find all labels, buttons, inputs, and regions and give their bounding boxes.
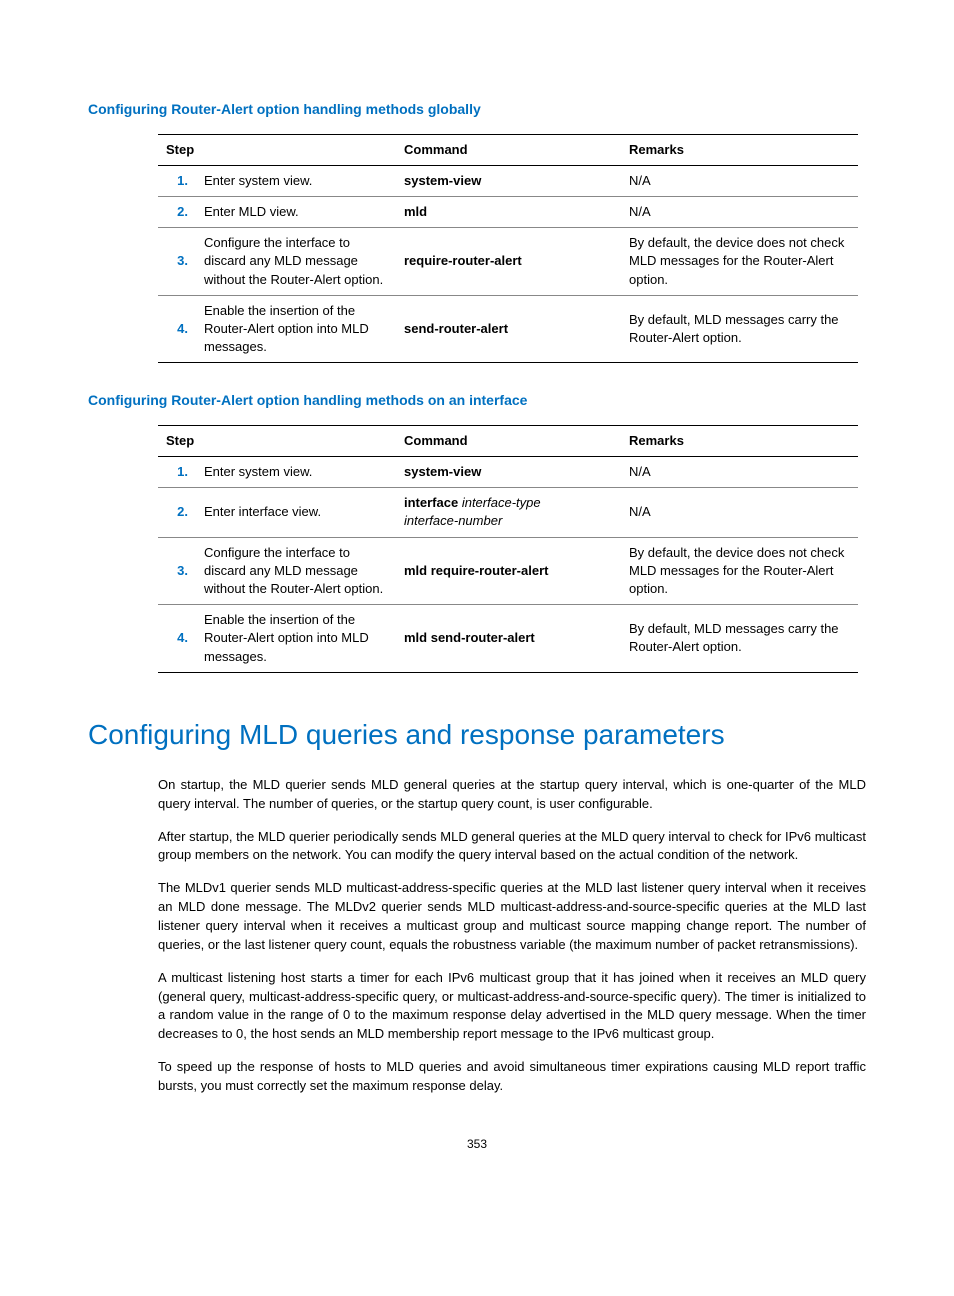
step-command: system-view [396,165,621,196]
body-paragraph: To speed up the response of hosts to MLD… [158,1058,866,1096]
table-header-row: Step Command Remarks [158,425,858,456]
step-number: 1. [158,165,196,196]
th-command: Command [396,134,621,165]
page-number: 353 [88,1136,866,1153]
step-number: 4. [158,295,196,363]
step-remarks: By default, the device does not check ML… [621,537,858,605]
step-command: send-router-alert [396,295,621,363]
table-row: 2. Enter interface view. interface inter… [158,488,858,537]
body-paragraph: On startup, the MLD querier sends MLD ge… [158,776,866,814]
step-number: 4. [158,605,196,673]
table-header-row: Step Command Remarks [158,134,858,165]
main-heading: Configuring MLD queries and response par… [88,715,866,754]
step-desc: Enter MLD view. [196,196,396,227]
step-number: 2. [158,488,196,537]
table-row: 4. Enable the insertion of the Router-Al… [158,295,858,363]
table-interface: Step Command Remarks 1. Enter system vie… [158,425,858,673]
step-command: mld require-router-alert [396,537,621,605]
th-command: Command [396,425,621,456]
table-row: 3. Configure the interface to discard an… [158,537,858,605]
body-paragraph: After startup, the MLD querier periodica… [158,828,866,866]
th-remarks: Remarks [621,134,858,165]
step-number: 1. [158,457,196,488]
table-row: 4. Enable the insertion of the Router-Al… [158,605,858,673]
step-remarks: N/A [621,196,858,227]
step-number: 3. [158,228,196,296]
step-command: interface interface-typeinterface-number [396,488,621,537]
step-remarks: By default, MLD messages carry the Route… [621,605,858,673]
step-desc: Configure the interface to discard any M… [196,537,396,605]
step-command: system-view [396,457,621,488]
table-row: 1. Enter system view. system-view N/A [158,457,858,488]
th-remarks: Remarks [621,425,858,456]
section-heading-interface: Configuring Router-Alert option handling… [88,391,866,411]
step-desc: Enter interface view. [196,488,396,537]
th-step: Step [158,134,396,165]
body-paragraph: The MLDv1 querier sends MLD multicast-ad… [158,879,866,954]
step-number: 2. [158,196,196,227]
step-desc: Configure the interface to discard any M… [196,228,396,296]
table-row: 2. Enter MLD view. mld N/A [158,196,858,227]
step-command: require-router-alert [396,228,621,296]
step-command: mld [396,196,621,227]
step-desc: Enable the insertion of the Router-Alert… [196,605,396,673]
th-step: Step [158,425,396,456]
document-page: Configuring Router-Alert option handling… [0,0,954,1193]
table-globally: Step Command Remarks 1. Enter system vie… [158,134,858,364]
step-remarks: N/A [621,165,858,196]
section-heading-globally: Configuring Router-Alert option handling… [88,100,866,120]
step-command: mld send-router-alert [396,605,621,673]
table-row: 3. Configure the interface to discard an… [158,228,858,296]
step-remarks: By default, the device does not check ML… [621,228,858,296]
step-remarks: N/A [621,457,858,488]
step-remarks: N/A [621,488,858,537]
table-row: 1. Enter system view. system-view N/A [158,165,858,196]
body-paragraph: A multicast listening host starts a time… [158,969,866,1044]
step-number: 3. [158,537,196,605]
step-remarks: By default, MLD messages carry the Route… [621,295,858,363]
step-desc: Enable the insertion of the Router-Alert… [196,295,396,363]
step-desc: Enter system view. [196,165,396,196]
step-desc: Enter system view. [196,457,396,488]
